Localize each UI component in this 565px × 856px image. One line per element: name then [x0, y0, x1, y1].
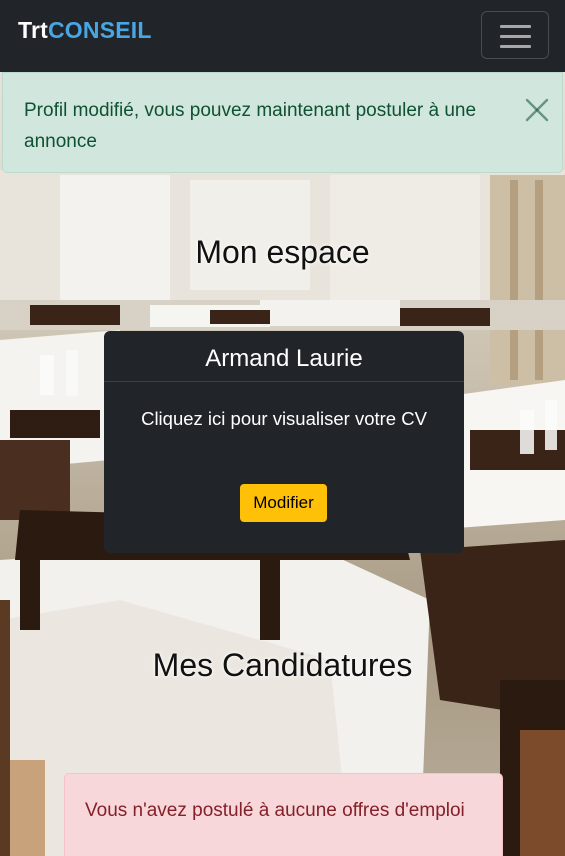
brand-text-trt: Trt [18, 17, 48, 43]
close-icon[interactable] [521, 96, 551, 126]
profile-name: Armand Laurie [104, 331, 464, 382]
profile-updated-alert: Profil modifié, vous pouvez maintenant p… [2, 72, 563, 173]
modifier-button[interactable]: Modifier [240, 484, 327, 522]
brand-logo[interactable]: TrtCONSEIL [18, 17, 152, 44]
brand-text-conseil: CONSEIL [48, 17, 152, 43]
profile-updated-message: Profil modifié, vous pouvez maintenant p… [24, 100, 477, 152]
mes-candidatures-title: Mes Candidatures [152, 647, 413, 683]
no-applications-alert: Vous n'avez postulé à aucune offres d'em… [64, 773, 503, 856]
page: TrtCONSEIL Profil modifié, vous pouvez m… [0, 0, 565, 856]
mon-espace-title: Mon espace [195, 234, 370, 270]
view-cv-link[interactable]: Cliquez ici pour visualiser votre CV [104, 408, 464, 430]
profile-card: Armand Laurie Cliquez ici pour visualise… [104, 331, 464, 553]
no-applications-message: Vous n'avez postulé à aucune offres d'em… [85, 800, 465, 821]
top-navbar: TrtCONSEIL [0, 0, 565, 72]
navbar-toggler-button[interactable] [481, 11, 549, 59]
